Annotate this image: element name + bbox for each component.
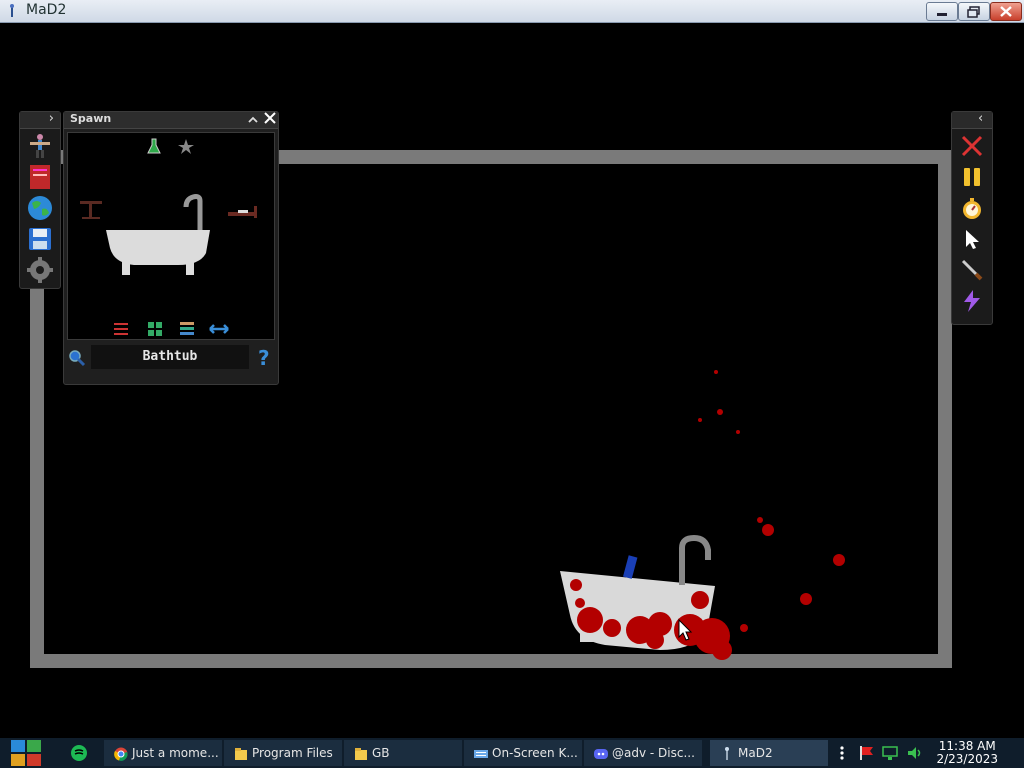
taskbar-item-label: On-Screen K... bbox=[492, 746, 578, 760]
volume-icon[interactable] bbox=[906, 745, 922, 761]
knife-icon bbox=[961, 259, 983, 281]
lightning-tool[interactable] bbox=[958, 287, 986, 315]
network-icon[interactable] bbox=[882, 745, 898, 761]
filter-sliders-icon[interactable] bbox=[114, 323, 128, 335]
spotify-icon[interactable] bbox=[70, 744, 88, 762]
list-view-icon[interactable] bbox=[180, 322, 194, 335]
ragdoll-icon bbox=[30, 134, 50, 158]
time-tool[interactable] bbox=[958, 194, 986, 222]
star-icon[interactable] bbox=[178, 139, 194, 154]
world-tool[interactable] bbox=[26, 194, 54, 222]
keyboard-icon bbox=[474, 749, 488, 758]
taskbar-item-label: GB bbox=[372, 746, 390, 760]
overflow-dots-icon[interactable] bbox=[838, 745, 846, 761]
system-clock[interactable]: 11:38 AM 2/23/2023 bbox=[936, 740, 998, 766]
taskbar-item-label: Program Files bbox=[252, 746, 333, 760]
spawn-preview-area bbox=[67, 132, 275, 340]
knife-tool[interactable] bbox=[958, 256, 986, 284]
delete-tool[interactable] bbox=[958, 132, 986, 160]
taskbar-item-mad2[interactable]: MaD2 bbox=[710, 740, 828, 766]
notebook-tool[interactable] bbox=[26, 163, 54, 191]
clock-date: 2/23/2023 bbox=[936, 752, 998, 766]
left-panel-header[interactable]: › bbox=[20, 111, 60, 129]
settings-tool[interactable] bbox=[26, 256, 54, 284]
book-icon bbox=[30, 165, 50, 189]
search-row: Bathtub ? bbox=[64, 343, 278, 371]
taskbar-item-chrome[interactable]: Just a mome... bbox=[104, 740, 222, 766]
spawn-panel-header[interactable]: Spawn bbox=[64, 112, 278, 129]
bed-item[interactable] bbox=[228, 206, 257, 218]
pointer-arrow-icon bbox=[966, 230, 979, 249]
collapse-up-icon[interactable] bbox=[246, 114, 259, 127]
pause-icon bbox=[964, 168, 980, 186]
spawn-panel: Spawn Bathtub ? bbox=[63, 111, 279, 385]
mad2-app-icon bbox=[725, 746, 729, 760]
spawn-panel-title: Spawn bbox=[70, 112, 112, 125]
left-tool-panel: › bbox=[19, 111, 61, 289]
swap-arrows-icon[interactable] bbox=[209, 324, 229, 334]
chevron-left-icon[interactable]: ‹ bbox=[978, 111, 983, 126]
close-icon bbox=[264, 112, 276, 124]
table-item[interactable] bbox=[80, 201, 102, 219]
pointer-tool[interactable] bbox=[958, 225, 986, 253]
folder-icon bbox=[235, 747, 247, 760]
chevron-right-icon[interactable]: › bbox=[49, 111, 54, 126]
taskbar-item-label: @adv - Disc... bbox=[612, 746, 695, 760]
bathtub-item[interactable] bbox=[106, 194, 210, 276]
gear-icon bbox=[27, 257, 53, 283]
chevron-up-icon bbox=[247, 116, 258, 123]
red-x-icon bbox=[961, 135, 983, 157]
grid-view-icon[interactable] bbox=[148, 322, 162, 336]
taskbar-item-label: MaD2 bbox=[738, 746, 773, 760]
help-icon[interactable]: ? bbox=[256, 346, 274, 368]
globe-icon bbox=[28, 196, 52, 220]
search-icon[interactable] bbox=[68, 349, 86, 367]
taskbar: Just a mome... Program Files GB On-Scree… bbox=[0, 738, 1024, 768]
svg-text:?: ? bbox=[258, 346, 270, 368]
chrome-icon bbox=[114, 747, 128, 761]
taskbar-item-label: Just a mome... bbox=[132, 746, 219, 760]
pause-tool[interactable] bbox=[958, 163, 986, 191]
save-tool[interactable] bbox=[26, 225, 54, 253]
spawn-content bbox=[80, 138, 257, 336]
taskbar-item-discord[interactable]: @adv - Disc... bbox=[584, 740, 702, 766]
stopwatch-icon bbox=[963, 198, 981, 219]
spawn-search-input[interactable]: Bathtub bbox=[91, 345, 249, 369]
flag-icon[interactable] bbox=[858, 745, 874, 761]
taskbar-item-gb[interactable]: GB bbox=[344, 740, 462, 766]
right-tool-panel: ‹ bbox=[951, 111, 993, 325]
taskbar-item-program-files[interactable]: Program Files bbox=[224, 740, 342, 766]
floppy-disk-icon bbox=[29, 228, 51, 250]
taskbar-item-onscreen-keyboard[interactable]: On-Screen K... bbox=[464, 740, 582, 766]
right-panel-header[interactable]: ‹ bbox=[952, 111, 992, 129]
close-panel-button[interactable] bbox=[263, 112, 277, 127]
ragdoll-tool[interactable] bbox=[26, 132, 54, 160]
folder-icon bbox=[355, 747, 367, 760]
discord-icon bbox=[594, 748, 608, 759]
system-tray: 11:38 AM 2/23/2023 bbox=[836, 738, 1024, 768]
lightning-icon bbox=[964, 290, 980, 312]
flask-icon[interactable] bbox=[147, 138, 161, 154]
windows-start-icon[interactable] bbox=[8, 738, 48, 768]
